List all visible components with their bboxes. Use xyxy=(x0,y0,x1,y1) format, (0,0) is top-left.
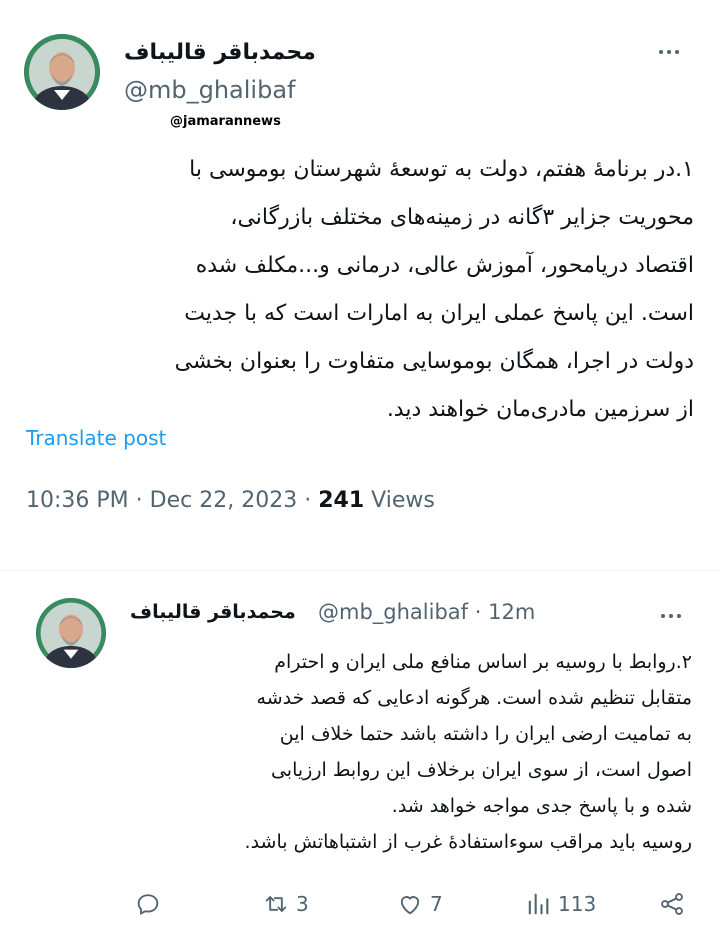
repost-icon xyxy=(265,896,287,912)
views-count: 113 xyxy=(558,892,597,916)
views-label: Views xyxy=(371,488,435,513)
text-line: ۲.روابط با روسیه بر اساس منافع ملی ایران… xyxy=(274,651,692,673)
text-line: دولت در اجرا، همگان بوموسایی متفاوت را ب… xyxy=(174,349,694,374)
reply-time[interactable]: 12m xyxy=(488,600,535,624)
share-icon xyxy=(661,893,683,915)
text-line: متقابل تنظیم شده است. هرگونه ادعایی که ق… xyxy=(256,687,692,709)
reply-icon xyxy=(137,894,159,915)
repost-count: 3 xyxy=(296,892,309,916)
divider xyxy=(0,570,720,571)
repost-button[interactable]: 3 xyxy=(262,890,309,918)
avatar-image xyxy=(36,598,106,668)
views-button[interactable]: 113 xyxy=(524,890,596,918)
reply-author-name[interactable]: محمدباقر قالیباف xyxy=(130,601,310,623)
avatar[interactable] xyxy=(24,34,100,110)
reply-handle: @mb_ghalibaf · 12m xyxy=(318,600,535,624)
text-line: اقتصاد دریامحور، آموزش عالی، درمانی و...… xyxy=(195,253,694,278)
meta-separator: · xyxy=(304,488,319,513)
main-tweet: محمدباقر قالیباف @mb_ghalibaf @jamaranne… xyxy=(0,0,720,568)
text-line: به تمامیت ارضی ایران را داشته باشد حتما … xyxy=(279,723,692,745)
tweet-meta: 10:36 PM · Dec 22, 2023 · 241 Views xyxy=(26,488,435,513)
share-button[interactable] xyxy=(658,890,686,918)
like-icon xyxy=(400,896,420,915)
reply-text: ۲.روابط با روسیه بر اساس منافع ملی ایران… xyxy=(122,644,692,860)
text-line: شده و با پاسخ جدی مواجه خواهد شد. xyxy=(391,795,692,817)
translate-link[interactable]: Translate post xyxy=(26,426,166,450)
text-line: ۱.در برنامهٔ هفتم، دولت به توسعهٔ شهرستا… xyxy=(189,157,694,182)
views-icon xyxy=(528,893,549,915)
author-handle[interactable]: @mb_ghalibaf xyxy=(124,76,296,104)
more-icon[interactable] xyxy=(656,606,686,626)
text-line: اصول است، از سوی ایران برخلاف این روابط … xyxy=(270,759,692,781)
text-line: روسیه باید مراقب سوءاستفادهٔ غرب از اشتب… xyxy=(244,831,692,853)
author-name[interactable]: محمدباقر قالیباف xyxy=(124,40,324,65)
reply-avatar[interactable] xyxy=(36,598,106,668)
like-button[interactable]: 7 xyxy=(396,890,443,918)
reply-author-handle[interactable]: @mb_ghalibaf xyxy=(318,600,468,624)
tweet-date[interactable]: Dec 22, 2023 xyxy=(150,488,298,513)
text-line: محوریت جزایر ۳گانه در زمینه‌های مختلف با… xyxy=(230,205,694,230)
avatar-image xyxy=(24,34,100,110)
meta-separator: · xyxy=(135,488,150,513)
watermark: @jamarannews xyxy=(170,114,281,129)
views-count: 241 xyxy=(318,488,365,513)
tweet-text: ۱.در برنامهٔ هفتم، دولت به توسعهٔ شهرستا… xyxy=(24,146,694,434)
reply-button[interactable] xyxy=(134,890,168,918)
more-icon[interactable] xyxy=(654,42,684,62)
like-count: 7 xyxy=(430,892,443,916)
meta-separator: · xyxy=(474,600,489,624)
text-line: است. این پاسخ عملی ایران به امارات است ک… xyxy=(184,301,694,326)
tweet-time[interactable]: 10:36 PM xyxy=(26,488,129,513)
action-bar: 3 7 113 xyxy=(0,890,720,926)
